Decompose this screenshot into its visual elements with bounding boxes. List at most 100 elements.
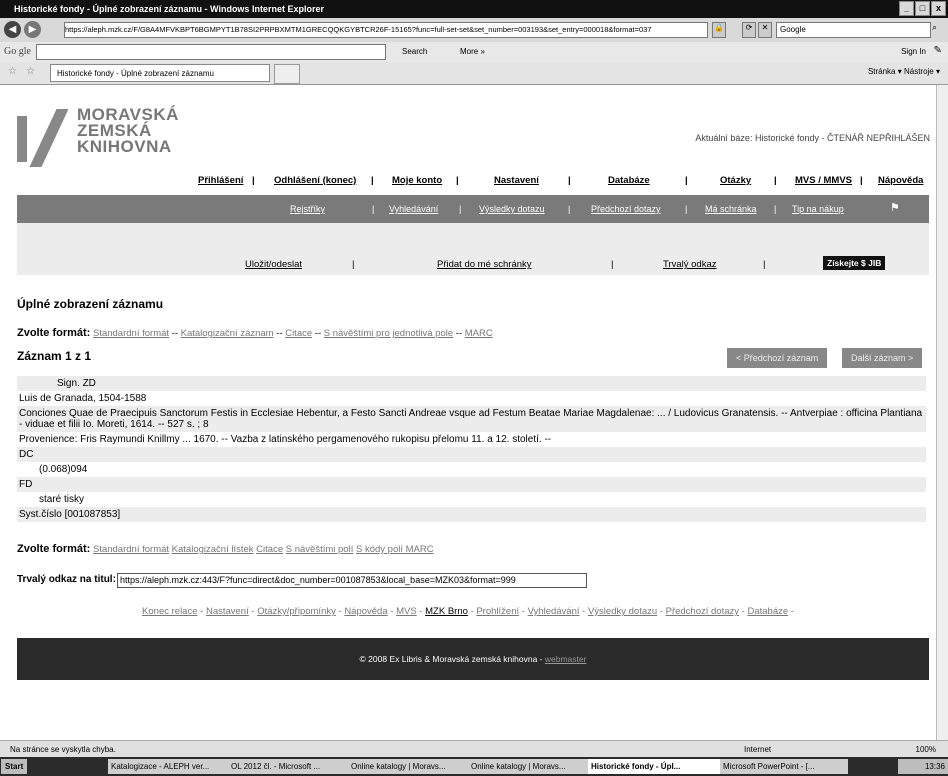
nav-login[interactable]: Přihlášení	[198, 175, 243, 186]
google-more-button[interactable]: More »	[460, 47, 485, 56]
nav-mvs[interactable]: MVS / MMVS	[795, 175, 852, 186]
nav-indexes[interactable]: Rejstříky	[290, 204, 325, 214]
google-toolbar: Go gle Search More » Sign In ✎	[0, 42, 948, 63]
taskbar-item[interactable]: Microsoft PowerPoint - [...	[720, 759, 848, 774]
language-flag-icon[interactable]: ⚑	[890, 201, 900, 214]
nav-results[interactable]: Výsledky dotazu	[479, 204, 545, 214]
record-row: FD	[17, 477, 926, 492]
forward-icon[interactable]: ▶	[24, 21, 41, 38]
format-selector-top: Zvolte formát: Standardní formát -- Kata…	[17, 327, 493, 339]
window-controls: _ □ x	[899, 1, 946, 16]
permalink-label: Trvalý odkaz na titul:	[17, 574, 116, 585]
new-tab-button[interactable]	[274, 64, 300, 84]
footer-results[interactable]: Výsledky dotazu	[588, 606, 657, 617]
format-marc-codes[interactable]: S kódy polí MARC	[356, 544, 434, 555]
status-bar: Na stránce se vyskytla chyba. Internet 1…	[0, 740, 948, 758]
stop-icon[interactable]: ✕	[758, 22, 772, 38]
nav-search[interactable]: Vyhledávání	[389, 204, 438, 214]
footer-previous-queries[interactable]: Předchozí dotazy	[666, 606, 739, 617]
add-favorites-icon[interactable]: ☆	[26, 66, 35, 77]
record-counter: Záznam 1 z 1	[17, 349, 92, 363]
logo-slash	[29, 109, 69, 167]
format-selector-bottom: Zvolte formát: Standardní formát Katalog…	[17, 543, 434, 555]
vertical-scrollbar[interactable]	[936, 85, 948, 740]
footer-nav: Konec relace - Nastavení - Otázky/připom…	[142, 606, 794, 617]
tab-current[interactable]: Historické fondy - Úplné zobrazení zázna…	[50, 64, 270, 82]
tab-label: Historické fondy - Úplné zobrazení zázna…	[57, 69, 214, 78]
start-button[interactable]: Start	[1, 759, 28, 774]
wrench-icon[interactable]: ✎	[934, 45, 942, 56]
record-row: DC	[17, 447, 926, 462]
permanent-link[interactable]: Trvalý odkaz	[663, 259, 717, 270]
tab-row: ☆ ☆ Historické fondy - Úplné zobrazení z…	[0, 62, 948, 85]
footer-end-session[interactable]: Konec relace	[142, 606, 197, 617]
nav-my-account[interactable]: Moje konto	[392, 175, 442, 186]
copyright-text: © 2008 Ex Libris & Moravská zemská kniho…	[359, 654, 545, 664]
format-label: Zvolte formát:	[17, 543, 91, 555]
footer-help[interactable]: Nápověda	[344, 606, 387, 617]
window-titlebar: Historické fondy - Úplné zobrazení zázna…	[0, 0, 948, 18]
format-catalog-record[interactable]: Katalogizační záznam	[181, 328, 274, 339]
nav-databases[interactable]: Databáze	[608, 175, 650, 186]
footer-mvs[interactable]: MVS	[396, 606, 417, 617]
format-field-labels[interactable]: S návěštími polí	[286, 544, 354, 555]
back-icon[interactable]: ◀	[4, 21, 21, 38]
format-catalog-card[interactable]: Katalogizační lístek	[172, 544, 254, 555]
taskbar-item-active[interactable]: Historické fondy - Úpl...	[588, 759, 722, 774]
nav-questions[interactable]: Otázky	[720, 175, 751, 186]
secondary-nav: Rejstříky | Vyhledávání | Výsledky dotaz…	[17, 195, 929, 223]
page-title: Úplné zobrazení záznamu	[17, 297, 164, 311]
page-tools-menu[interactable]: Stránka ▾ Nástroje ▾	[868, 67, 940, 76]
google-search-button[interactable]: Search	[402, 47, 427, 56]
logo-text: MORAVSKÁ ZEMSKÁ KNIHOVNA	[77, 105, 179, 156]
url-input[interactable]: https://aleph.mzk.cz/F/G8A4MFVKBPT6BGMPY…	[64, 22, 708, 38]
sign-in-button[interactable]: Sign In	[901, 47, 926, 56]
maximize-button[interactable]: □	[915, 1, 930, 16]
format-citation[interactable]: Citace	[285, 328, 312, 339]
format-standard[interactable]: Standardní formát	[93, 544, 169, 555]
footer-search[interactable]: Vyhledávání	[528, 606, 580, 617]
taskbar-item[interactable]: Online katalogy | Moravs...	[468, 759, 590, 774]
taskbar-item[interactable]: Katalogizace - ALEPH ver...	[108, 759, 230, 774]
taskbar-item[interactable]: OL 2012 čl. - Microsoft ...	[228, 759, 350, 774]
nav-purchase-tip[interactable]: Tip na nákup	[792, 204, 844, 214]
format-field-labels[interactable]: S návěštími pro jednotlivá pole	[324, 328, 453, 339]
search-input[interactable]: Google	[776, 22, 931, 38]
record-row: Sign. ZD	[17, 376, 926, 391]
nav-logout[interactable]: Odhlášení (konec)	[274, 175, 356, 186]
nav-help[interactable]: Nápověda	[878, 175, 923, 186]
permalink-field[interactable]: https://aleph.mzk.cz:443/F?func=direct&d…	[117, 573, 587, 588]
webmaster-link[interactable]: webmaster	[545, 654, 587, 664]
lock-icon[interactable]: 🔒	[712, 22, 726, 38]
close-button[interactable]: x	[931, 1, 946, 16]
minimize-button[interactable]: _	[899, 1, 914, 16]
taskbar-item[interactable]: Online katalogy | Moravs...	[348, 759, 470, 774]
google-logo: Go gle	[4, 46, 31, 57]
next-record-button[interactable]: Další záznam >	[842, 348, 923, 368]
record-row: Syst.číslo [001087853]	[17, 507, 926, 522]
format-citation[interactable]: Citace	[256, 544, 283, 555]
search-icon[interactable]: ⌕	[932, 22, 937, 33]
footer-feedback[interactable]: Otázky/připomínky	[257, 606, 336, 617]
footer-browse[interactable]: Prohlížení	[476, 606, 519, 617]
footer-databases[interactable]: Databáze	[747, 606, 788, 617]
add-to-basket-link[interactable]: Přidat do mé schránky	[437, 259, 532, 270]
nav-previous-queries[interactable]: Předchozí dotazy	[591, 204, 661, 214]
footer-mzk-brno[interactable]: MZK Brno	[425, 606, 468, 617]
nav-settings[interactable]: Nastavení	[494, 175, 539, 186]
nav-my-basket[interactable]: Má schránka	[705, 204, 757, 214]
jib-button[interactable]: Získejte $ JIB	[823, 256, 886, 270]
format-standard[interactable]: Standardní formát	[93, 328, 169, 339]
footer-settings[interactable]: Nastavení	[206, 606, 249, 617]
taskbar-clock: 13:36	[898, 759, 948, 774]
favorites-star-icon[interactable]: ☆	[8, 66, 17, 77]
google-search-input[interactable]	[36, 44, 386, 60]
prev-record-button[interactable]: < Předchozí záznam	[727, 348, 828, 368]
refresh-icon[interactable]: ⟳	[742, 22, 756, 38]
format-marc[interactable]: MARC	[465, 328, 493, 339]
zoom-level[interactable]: 100%	[916, 741, 936, 758]
save-send-link[interactable]: Uložit/odeslat	[245, 259, 302, 270]
status-message[interactable]: Na stránce se vyskytla chyba.	[10, 741, 116, 758]
record-row: Luis de Granada, 1504-1588	[19, 393, 147, 404]
record-row: staré tisky	[39, 494, 85, 505]
